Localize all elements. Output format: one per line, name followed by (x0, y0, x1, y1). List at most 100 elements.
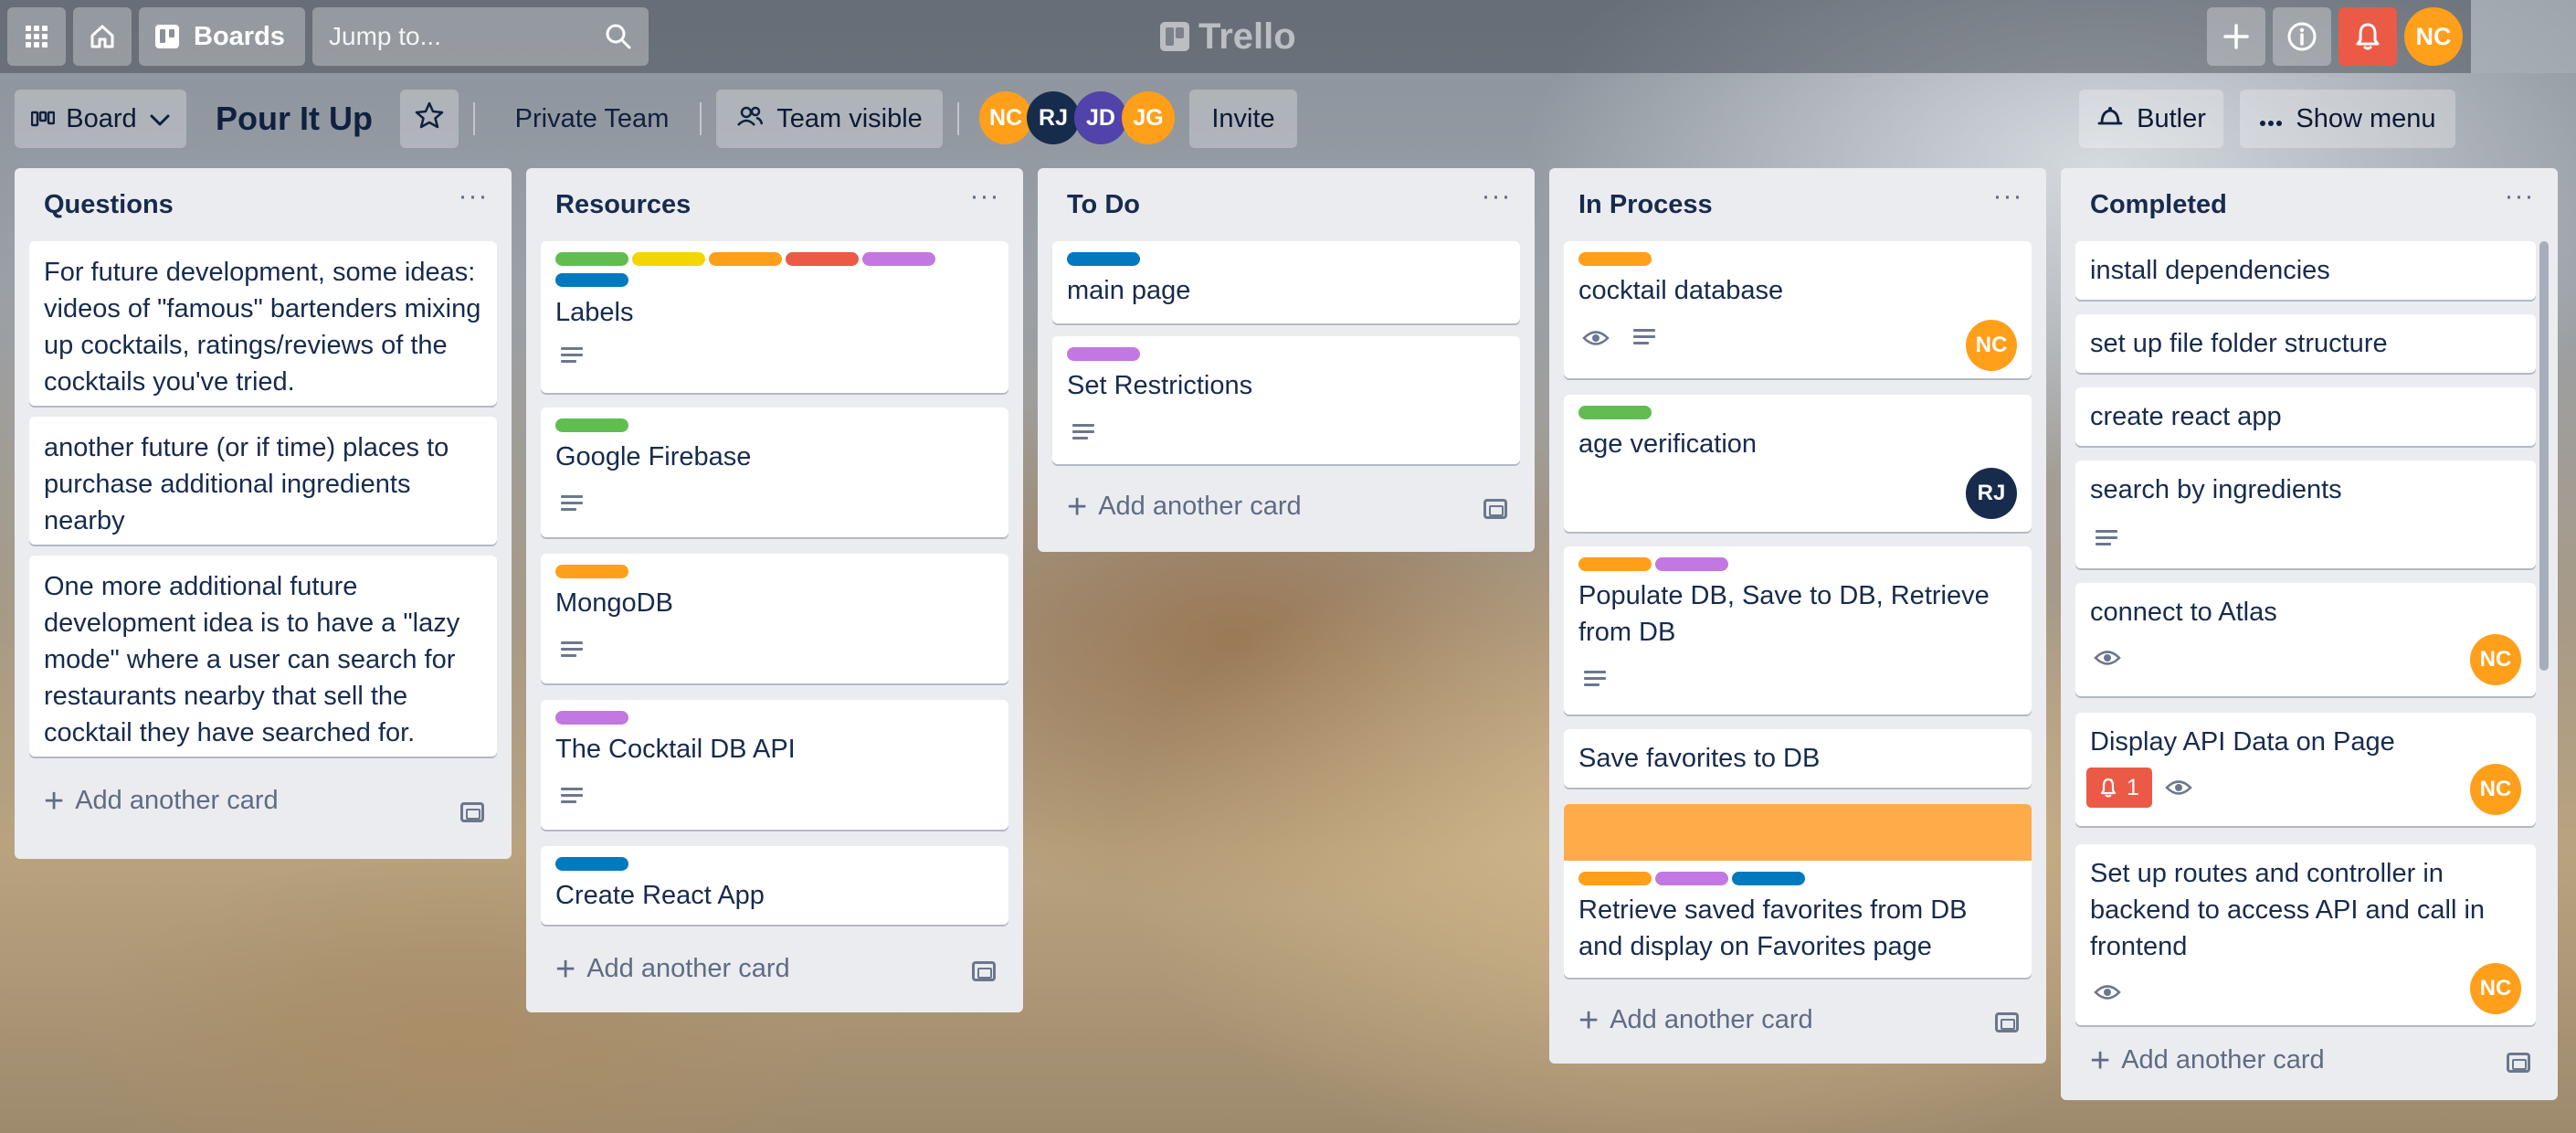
card[interactable]: another future (or if time) places to pu… (29, 417, 497, 545)
add-card-button[interactable]: + Add another card (1578, 1003, 1813, 1038)
card-template-icon[interactable] (1483, 499, 1507, 519)
header-divider (957, 102, 959, 135)
card-title: Set Restrictions (1067, 371, 1253, 400)
card-label-orange (709, 252, 782, 266)
list-scrollbar[interactable] (2539, 241, 2549, 671)
card[interactable]: age verification RJ (1564, 395, 2032, 532)
card[interactable]: Set up routes and controller in backend … (2075, 844, 2536, 1025)
card[interactable]: Labels (541, 241, 1008, 393)
card[interactable]: Save favorites to DB (1564, 729, 2032, 788)
list-to-do: To Do ··· main page Set Restrictions + A… (1038, 168, 1535, 552)
list-title[interactable]: In Process (1578, 190, 1713, 220)
description-icon (2096, 530, 2117, 548)
watching-eye-icon (2094, 649, 2121, 667)
card-label-green (555, 252, 628, 266)
list-title[interactable]: Resources (555, 190, 691, 220)
team-button[interactable]: Private Team (491, 90, 692, 148)
card[interactable]: Google Firebase (541, 408, 1008, 537)
list-title[interactable]: To Do (1067, 190, 1140, 220)
list-menu-button[interactable]: ··· (1478, 183, 1515, 219)
watching-eye-icon (2094, 983, 2121, 1001)
card[interactable]: install dependencies (2075, 241, 2536, 300)
card[interactable]: Populate DB, Save to DB, Retrieve from D… (1564, 546, 2032, 715)
description-icon (1584, 671, 1606, 689)
list-completed: Completed ··· install dependencies set u… (2061, 168, 2558, 1100)
card[interactable]: search by ingredients (2075, 461, 2536, 568)
board-header: Board Pour It Up Private Team Team visib… (0, 82, 2471, 152)
description-icon (561, 347, 583, 365)
card[interactable]: Set Restrictions (1052, 336, 1520, 464)
card-label-green (1578, 406, 1652, 419)
list-title[interactable]: Completed (2090, 190, 2227, 220)
trello-logo-icon (1160, 22, 1189, 51)
card-member-avatar[interactable]: RJ (1966, 468, 2017, 519)
card[interactable]: create react app (2075, 387, 2536, 446)
card-label-purple (1655, 872, 1728, 885)
plus-icon: + (2090, 1041, 2111, 1080)
show-menu-button[interactable]: Show menu (2240, 90, 2455, 148)
add-card-button[interactable]: + Add another card (1067, 490, 1302, 524)
add-card-button[interactable]: + Add another card (2090, 1041, 2325, 1080)
apps-grid-button[interactable] (7, 7, 66, 66)
card[interactable]: main page (1052, 241, 1520, 323)
apps-grid-icon (24, 24, 49, 49)
card[interactable]: One more additional future development i… (29, 556, 497, 757)
card-label-purple (862, 252, 935, 266)
member-avatar-rj[interactable]: RJ (1027, 91, 1080, 144)
add-card-button[interactable]: + Add another card (555, 952, 790, 987)
visibility-button[interactable]: Team visible (716, 90, 943, 148)
card-member-avatar[interactable]: NC (2470, 634, 2521, 685)
board-view-switcher[interactable]: Board (15, 90, 186, 148)
card-template-icon[interactable] (460, 802, 484, 822)
member-avatar-nc[interactable]: NC (979, 91, 1032, 144)
invite-button[interactable]: Invite (1189, 90, 1297, 148)
card[interactable]: connect to Atlas NC (2075, 583, 2536, 696)
list-menu-button[interactable]: ··· (455, 183, 491, 219)
card-title: Create React App (555, 881, 765, 910)
card[interactable]: cocktail database NC (1564, 241, 2032, 378)
information-button[interactable] (2273, 7, 2331, 66)
card-member-avatar[interactable]: NC (1966, 320, 2017, 371)
trello-logo-text: Trello (1198, 16, 1296, 57)
card[interactable]: Display API Data on Page 1 NC (2075, 713, 2536, 826)
show-menu-label: Show menu (2296, 103, 2436, 133)
boards-button[interactable]: Boards (139, 7, 305, 66)
create-button[interactable] (2207, 7, 2265, 66)
card[interactable]: MongoDB (541, 554, 1008, 683)
card-template-icon[interactable] (1995, 1012, 2019, 1032)
card-template-icon[interactable] (972, 961, 996, 981)
watching-eye-icon (2165, 778, 2192, 797)
card-title: The Cocktail DB API (555, 735, 796, 764)
header-divider (700, 102, 702, 135)
list-menu-button[interactable]: ··· (1990, 183, 2026, 219)
card-member-avatar[interactable]: NC (2470, 764, 2521, 815)
user-avatar[interactable]: NC (2404, 7, 2463, 66)
card-member-avatar[interactable]: NC (2470, 963, 2521, 1014)
bell-icon (2100, 778, 2117, 798)
list-menu-button[interactable]: ··· (966, 183, 1003, 219)
notifications-button[interactable] (2338, 7, 2397, 66)
add-card-button[interactable]: + Add another card (44, 784, 279, 819)
butler-button[interactable]: Butler (2079, 90, 2223, 148)
card[interactable]: Retrieve saved favorites from DB and dis… (1564, 804, 2032, 978)
member-avatar-jd[interactable]: JD (1074, 91, 1127, 144)
home-button[interactable] (73, 7, 132, 66)
list-header: To Do ··· (1038, 168, 1535, 239)
card[interactable]: Create React App (541, 846, 1008, 925)
description-icon (561, 641, 583, 660)
list-title[interactable]: Questions (44, 190, 174, 220)
notification-count: 1 (2127, 774, 2139, 800)
star-board-button[interactable] (400, 90, 459, 148)
card[interactable]: set up file folder structure (2075, 314, 2536, 373)
butler-label: Butler (2137, 103, 2206, 133)
header-divider (473, 102, 475, 135)
board-title[interactable]: Pour It Up (216, 93, 373, 144)
card-template-icon[interactable] (2507, 1053, 2530, 1073)
chevron-down-icon (150, 104, 170, 134)
jump-to-search-input[interactable]: Jump to... (312, 7, 649, 66)
card[interactable]: The Cocktail DB API (541, 700, 1008, 830)
member-avatar-jg[interactable]: JG (1122, 91, 1175, 144)
list-menu-button[interactable]: ··· (2501, 183, 2538, 219)
card[interactable]: For future development, some ideas: vide… (29, 241, 497, 406)
trello-logo[interactable]: Trello (1160, 11, 1296, 62)
